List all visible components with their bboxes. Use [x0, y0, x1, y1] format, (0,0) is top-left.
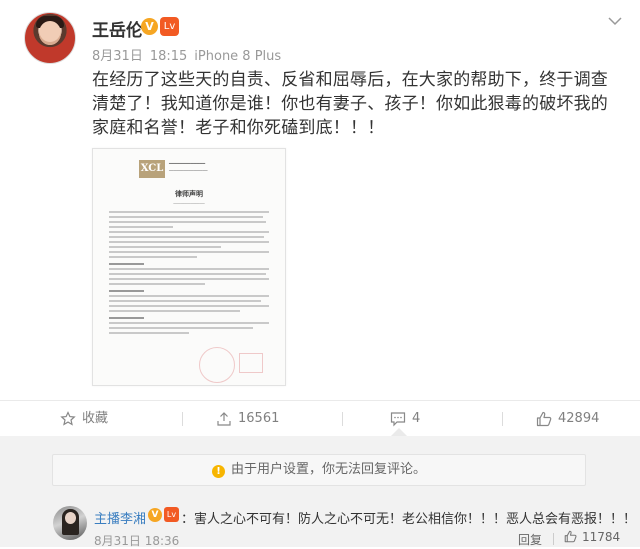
text-line: [109, 211, 269, 213]
weibo-post: 王岳伦 V Lv 8月31日 18:15 iPhone 8 Plus 在经历了这些天…: [0, 0, 640, 400]
comment-like-count: 11784: [582, 530, 621, 544]
text-line: [109, 246, 221, 248]
comment-text: ：害人之心不可有！防人之心不可无！老公相信你！！！恶人总会有恶报！！！: [181, 512, 637, 527]
repost-count: 16561: [238, 411, 280, 426]
commenter-name[interactable]: 主播李湘: [94, 508, 146, 527]
section-heading-line: [109, 317, 145, 319]
user-avatar[interactable]: [24, 12, 76, 64]
document-signature-stamp: [239, 353, 263, 373]
text-line: [109, 300, 261, 302]
repost-icon: [217, 412, 231, 426]
law-firm-logo-mark: XCL: [139, 160, 165, 178]
avatar-face: [39, 21, 61, 45]
document-subtitle: ─────────────: [173, 201, 205, 206]
text-line: [109, 332, 189, 334]
comment-panel-caret: [391, 428, 407, 436]
text-line: [109, 226, 173, 228]
text-line: [109, 216, 263, 218]
comment-like-button[interactable]: 11784: [564, 530, 620, 544]
star-icon: [60, 411, 76, 426]
post-source: iPhone 8 Plus: [194, 49, 282, 64]
post-date[interactable]: 8月31日: [92, 49, 143, 64]
like-count: 42894: [558, 411, 600, 426]
section-heading-line: [109, 290, 145, 292]
text-line: [109, 256, 197, 258]
avatar-face: [65, 512, 76, 524]
action-divider: [342, 412, 343, 426]
verified-badge-icon: V: [141, 18, 158, 35]
text-line: [109, 241, 269, 243]
law-firm-name-line: ━━━━━━━━━━━━: [169, 161, 206, 167]
post-time[interactable]: 18:15: [150, 49, 187, 64]
text-line: [109, 268, 269, 270]
text-line: [109, 278, 269, 280]
reply-button[interactable]: 回复: [518, 531, 542, 548]
verified-badge-icon: V: [148, 508, 162, 522]
document-body: [109, 211, 269, 337]
favorite-label: 收藏: [82, 411, 109, 426]
comment-action-divider: [553, 533, 554, 545]
section-heading-line: [109, 263, 145, 265]
post-text: 在经历了这些天的自责、反省和屈辱后，在大家的帮助下，终于调查清楚了！我知道你是谁…: [92, 70, 608, 138]
commenter-avatar[interactable]: [53, 506, 87, 540]
comment-panel: ! 由于用户设置，你无法回复评论。 主播李湘 V Lv ：害人之心不可有！防人之心…: [0, 436, 640, 548]
level-badge-icon: Lv: [160, 17, 179, 36]
text-line: [109, 310, 241, 312]
text-line: [109, 322, 269, 324]
warning-icon: !: [211, 465, 225, 478]
text-line: [109, 231, 269, 233]
post-action-bar: 收藏 16561 4 42894: [0, 400, 640, 437]
level-badge-icon: Lv: [164, 507, 179, 522]
chevron-down-icon[interactable]: [606, 14, 624, 28]
comment-count: 4: [412, 411, 421, 426]
post-user-name[interactable]: 王岳伦: [92, 16, 143, 41]
law-firm-logo: XCL ━━━━━━━━━━━━ ━━━━━━━━━━━━━━━━: [139, 160, 239, 178]
thumbs-up-icon: [564, 530, 577, 543]
comment-icon: [390, 412, 406, 427]
document-title: 律师声明: [175, 190, 203, 198]
thumbs-up-icon: [536, 411, 552, 427]
document-seal-stamp: [199, 347, 235, 383]
text-line: [109, 273, 266, 275]
post-meta: 8月31日 18:15 iPhone 8 Plus: [92, 45, 281, 64]
notice-text: 由于用户设置，你无法回复评论。: [230, 462, 426, 477]
text-line: [109, 327, 253, 329]
text-line: [109, 295, 269, 297]
action-divider: [182, 412, 183, 426]
text-line: [109, 283, 205, 285]
law-firm-name-line-2: ━━━━━━━━━━━━━━━━: [169, 168, 208, 173]
attached-image[interactable]: XCL ━━━━━━━━━━━━ ━━━━━━━━━━━━━━━━ 律师声明 ─…: [92, 148, 286, 386]
text-line: [109, 305, 269, 307]
text-line: [109, 251, 269, 253]
text-line: [109, 221, 266, 223]
text-line: [109, 236, 265, 238]
action-divider: [502, 412, 503, 426]
comment-disabled-notice: ! 由于用户设置，你无法回复评论。: [52, 454, 586, 486]
comment-time: 8月31日 18:36: [94, 534, 180, 548]
